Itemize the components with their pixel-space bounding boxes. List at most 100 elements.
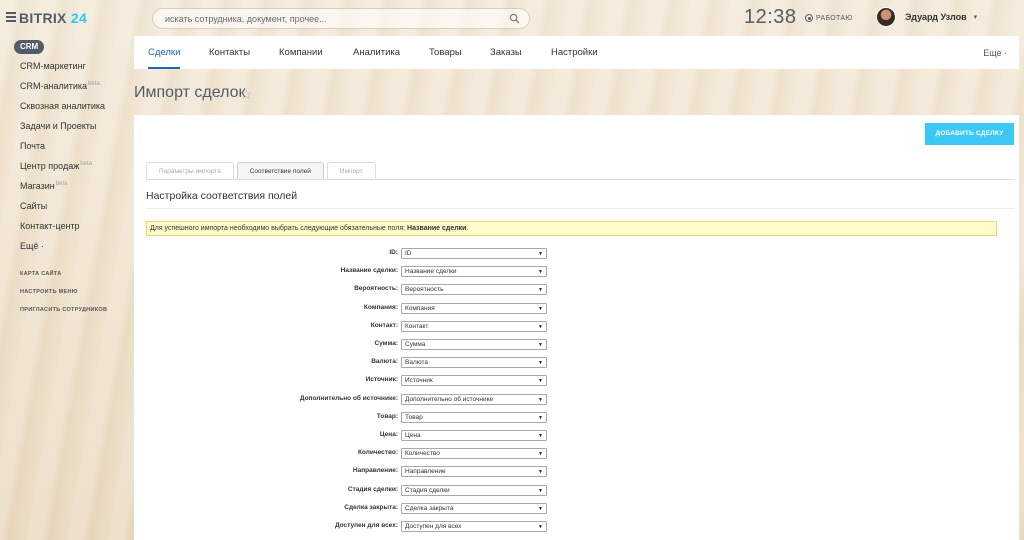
field-select-value: Количество bbox=[405, 450, 440, 458]
sidebar-item-end-to-end-analytics[interactable]: Сквозная аналитика bbox=[20, 101, 105, 111]
field-select[interactable]: Вероятность ▼ bbox=[401, 284, 547, 296]
field-label: Цена: bbox=[379, 431, 398, 438]
field-label: Направление: bbox=[352, 467, 398, 475]
field-select[interactable]: Компания ▼ bbox=[401, 302, 547, 314]
add-deal-button[interactable]: ДОБАВИТЬ СДЕЛКУ bbox=[925, 123, 1014, 145]
field-select-value: Контакт bbox=[405, 322, 429, 330]
sidebar-item-mail[interactable]: Почта bbox=[20, 141, 45, 151]
field-select[interactable]: Товар ▼ bbox=[401, 411, 547, 423]
field-select-value: ID bbox=[405, 250, 412, 257]
star-icon[interactable]: ☆ bbox=[240, 86, 253, 103]
clock: 12:38 bbox=[744, 6, 797, 28]
field-select[interactable]: Название сделки ▼ bbox=[401, 266, 547, 278]
notice-end: . bbox=[466, 225, 469, 232]
crm-top-nav: Сделки Контакты Компании Аналитика Товар… bbox=[134, 36, 1019, 69]
more-tabs-button[interactable]: Еще · bbox=[983, 48, 1007, 58]
field-select-value: Дополнительно об источнике bbox=[405, 395, 494, 403]
sidebar-item-more[interactable]: Ещё · bbox=[20, 241, 44, 251]
sidebar-item-label: CRM-аналитика bbox=[20, 81, 88, 91]
field-row: Сумма: Сумма ▼ bbox=[134, 339, 1019, 351]
dropdown-arrow-icon: ▼ bbox=[538, 433, 543, 439]
sidebar-item-label: Ещё · bbox=[20, 241, 44, 251]
search-icon[interactable] bbox=[509, 13, 520, 24]
user-menu[interactable]: Эдуард Узлов ▾ bbox=[876, 7, 977, 27]
field-select[interactable]: Валюта ▼ bbox=[401, 357, 547, 369]
tab-field-mapping[interactable]: Соответствие полей bbox=[236, 162, 324, 179]
sidebar-item-label: CRM-маркетинг bbox=[20, 61, 86, 71]
sidebar-item-crm[interactable]: CRM bbox=[14, 40, 45, 54]
field-select[interactable]: Цена ▼ bbox=[401, 430, 547, 441]
field-row: Контакт: Контакт ▼ bbox=[134, 320, 1019, 333]
tab-settings[interactable]: Настройки bbox=[551, 47, 598, 58]
search-bar bbox=[152, 8, 530, 29]
field-select[interactable]: Направление ▼ bbox=[401, 466, 547, 478]
work-status-icon bbox=[805, 14, 813, 22]
work-status[interactable]: РАБОТАЮ bbox=[805, 14, 853, 22]
menu-icon[interactable] bbox=[6, 12, 16, 22]
field-select-value: Стадия сделки bbox=[405, 486, 450, 494]
tab-import[interactable]: Импорт bbox=[326, 162, 376, 179]
field-select[interactable]: Сделка закрыта ▼ bbox=[401, 502, 547, 514]
field-row: Дополнительно об источнике: Дополнительно… bbox=[134, 393, 1019, 406]
field-row: Доступен для всех: Доступен для всех ▼ bbox=[134, 521, 1019, 533]
dropdown-arrow-icon: ▼ bbox=[538, 487, 543, 494]
dropdown-arrow-icon: ▼ bbox=[538, 396, 543, 403]
field-select-value: Сумма bbox=[405, 341, 426, 348]
field-row: Количество: Количество ▼ bbox=[134, 448, 1019, 460]
field-select-value: Направление bbox=[405, 468, 446, 476]
dropdown-arrow-icon: ▼ bbox=[538, 360, 543, 367]
field-row: Сделка закрыта: Сделка закрыта ▼ bbox=[134, 502, 1019, 515]
tab-companies[interactable]: Компании bbox=[279, 47, 323, 58]
field-label: ID: bbox=[389, 249, 398, 256]
field-row: Цена: Цена ▼ bbox=[134, 430, 1019, 442]
field-row: Вероятность: Вероятность ▼ bbox=[134, 284, 1019, 296]
field-select[interactable]: Источник ▼ bbox=[401, 375, 547, 387]
field-label: Доступен для всех: bbox=[334, 522, 398, 529]
logo-text: BITRIX bbox=[19, 10, 67, 26]
field-label: Контакт: bbox=[370, 321, 398, 329]
field-label: Сделка закрыта: bbox=[344, 503, 398, 511]
field-select[interactable]: Доступен для всех ▼ bbox=[401, 521, 547, 532]
configure-menu-link[interactable]: НАСТРОИТЬ МЕНЮ bbox=[20, 289, 78, 295]
tab-import-params[interactable]: Параметры импорта bbox=[146, 162, 234, 179]
field-select-value: Товар bbox=[405, 413, 423, 421]
tab-analytics[interactable]: Аналитика bbox=[353, 47, 400, 58]
beta-badge: beta bbox=[55, 181, 68, 187]
dropdown-arrow-icon: ▼ bbox=[538, 323, 543, 330]
sidebar-item-crm-marketing[interactable]: CRM-маркетинг bbox=[20, 61, 86, 71]
field-select-value: Доступен для всех bbox=[405, 523, 462, 530]
beta-badge: beta bbox=[80, 161, 92, 167]
field-select[interactable]: Дополнительно об источнике ▼ bbox=[401, 393, 547, 405]
sidebar-item-shop[interactable]: Магазинbeta bbox=[20, 181, 67, 191]
active-tab-indicator bbox=[148, 67, 180, 69]
field-select-value: Название сделки bbox=[405, 268, 457, 276]
field-label: Сумма: bbox=[374, 340, 398, 347]
field-select[interactable]: Стадия сделки ▼ bbox=[401, 484, 547, 496]
tab-products[interactable]: Товары bbox=[429, 47, 462, 58]
field-select[interactable]: ID ▼ bbox=[401, 248, 547, 259]
search-input[interactable] bbox=[165, 12, 495, 26]
sidebar-item-tasks[interactable]: Задачи и Проекты bbox=[20, 121, 96, 131]
field-select[interactable]: Количество ▼ bbox=[401, 448, 547, 460]
tab-orders[interactable]: Заказы bbox=[490, 47, 522, 58]
sidebar-item-label: Сайты bbox=[20, 201, 48, 211]
field-row: ID: ID ▼ bbox=[134, 248, 1019, 260]
tab-deals[interactable]: Сделки bbox=[148, 47, 180, 58]
sidebar-item-crm-analytics[interactable]: CRM-аналитикаbeta bbox=[20, 81, 100, 91]
tab-contacts[interactable]: Контакты bbox=[209, 47, 250, 58]
field-row: Название сделки: Название сделки ▼ bbox=[134, 266, 1019, 278]
sidebar-item-sales-center[interactable]: Центр продажbeta bbox=[20, 161, 92, 171]
field-label: Вероятность: bbox=[354, 285, 398, 293]
sitemap-link[interactable]: КАРТА САЙТА bbox=[20, 271, 61, 277]
required-fields-notice: Для успешного импорта необходимо выбрать… bbox=[146, 221, 997, 236]
sidebar-item-contact-center[interactable]: Контакт-центр bbox=[20, 221, 80, 231]
field-select-value: Валюта bbox=[405, 359, 428, 367]
invite-users-link[interactable]: ПРИГЛАСИТЬ СОТРУДНИКОВ bbox=[20, 307, 107, 313]
field-row: Товар: Товар ▼ bbox=[134, 411, 1019, 424]
sidebar-item-sites[interactable]: Сайты bbox=[20, 201, 47, 211]
field-label: Название сделки: bbox=[340, 267, 398, 275]
section-title: Настройка соответствия полей bbox=[146, 190, 298, 202]
logo[interactable]: BITRIX 24 bbox=[19, 10, 87, 26]
field-select[interactable]: Контакт ▼ bbox=[401, 320, 547, 332]
field-select[interactable]: Сумма ▼ bbox=[401, 339, 547, 350]
